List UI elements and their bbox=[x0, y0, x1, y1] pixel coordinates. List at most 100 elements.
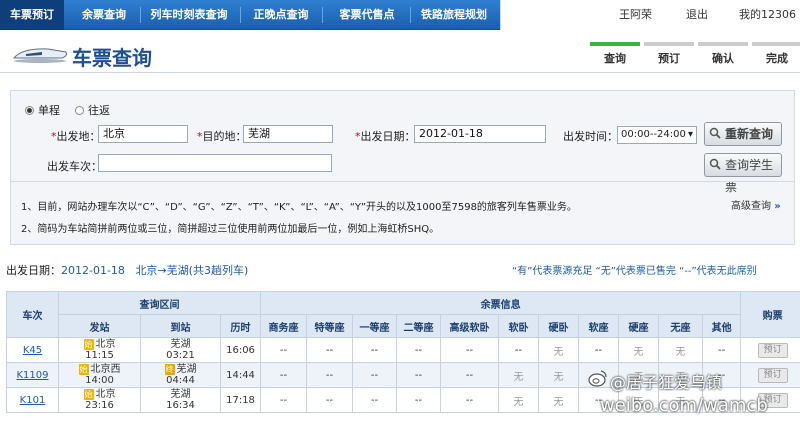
search-icon bbox=[709, 127, 721, 139]
user-bar: 王阿荣 退出 我的12306 bbox=[500, 0, 800, 30]
seat-cell: -- bbox=[440, 362, 500, 388]
col-premium: 特等座 bbox=[306, 314, 354, 338]
train-number-link[interactable]: K101 bbox=[20, 395, 46, 406]
nav-separator bbox=[322, 7, 323, 23]
col-train: 车次 bbox=[6, 291, 59, 338]
student-ticket-button[interactable]: 查询学生票 bbox=[704, 153, 782, 194]
train-logo-icon bbox=[12, 48, 67, 63]
seat-cell: -- bbox=[260, 387, 308, 413]
seat-cell: -- bbox=[352, 387, 398, 413]
chevron-down-icon: ▾ bbox=[687, 129, 693, 140]
from-station-cell: 始北京 11:15 bbox=[58, 337, 141, 363]
watermark-handle: @居子狂爱乌镇 bbox=[610, 373, 723, 392]
user-name[interactable]: 王阿荣 bbox=[619, 0, 652, 30]
seat-cell: -- bbox=[352, 362, 398, 388]
terminal-badge: 终 bbox=[164, 364, 175, 375]
notice-line-2: 2、简码为车站简拼前两位或三位，简拼超过三位使用前两位加最后一位，例如上海虹桥S… bbox=[21, 224, 440, 235]
research-button[interactable]: 重新查询 bbox=[704, 122, 782, 146]
col-second-class: 二等座 bbox=[396, 314, 442, 338]
seat-cell: 无 bbox=[498, 362, 540, 388]
col-deluxe-soft-sleeper: 高级软卧 bbox=[440, 314, 500, 338]
to-station-cell: 终芜湖 04:44 bbox=[140, 362, 221, 388]
train-number-input[interactable] bbox=[98, 154, 332, 172]
from-station-cell: 始北京 23:16 bbox=[58, 387, 141, 413]
nav-trip-planning[interactable]: 铁路旅程规划 bbox=[414, 0, 494, 30]
departure-time-select[interactable]: 00:00--24:00 ▾ bbox=[617, 126, 697, 144]
seat-cell: -- bbox=[352, 337, 398, 363]
seat-cell: -- bbox=[260, 337, 308, 363]
nav-separator bbox=[140, 7, 141, 23]
logout-link[interactable]: 退出 bbox=[686, 0, 708, 30]
origin-badge: 始 bbox=[83, 389, 94, 400]
oneway-radio[interactable]: 单程 bbox=[25, 102, 60, 118]
departure-date-input[interactable]: 2012-01-18 bbox=[414, 125, 546, 143]
seat-cell: 无 bbox=[538, 362, 580, 388]
seat-cell: 无 bbox=[538, 387, 580, 413]
train-number-link[interactable]: K1109 bbox=[16, 370, 48, 381]
seat-cell: -- bbox=[306, 387, 354, 413]
search-icon bbox=[709, 158, 721, 170]
col-hard-seat: 硬座 bbox=[618, 314, 660, 338]
nav-punctuality[interactable]: 正晚点查询 bbox=[246, 0, 316, 30]
book-button[interactable]: 预订 bbox=[757, 367, 788, 383]
seat-cell: -- bbox=[396, 337, 442, 363]
origin-badge: 始 bbox=[78, 364, 89, 375]
summary-date: 2012-01-18 bbox=[61, 264, 125, 277]
seat-cell: 无 bbox=[498, 387, 540, 413]
seat-cell: -- bbox=[440, 337, 500, 363]
col-other: 其他 bbox=[702, 314, 742, 338]
nav-separator bbox=[240, 7, 241, 23]
nav-ticket-booking[interactable]: 车票预订 bbox=[0, 0, 64, 30]
step-confirm: 确认 bbox=[698, 42, 748, 68]
train-number-link[interactable]: K45 bbox=[23, 345, 42, 356]
seat-cell: -- bbox=[306, 362, 354, 388]
advanced-search-link[interactable]: 高级查询 » bbox=[731, 197, 781, 212]
notice-line-1: 1、目前，网站办理车次以“C”、“D”、“G”、“Z”、“T”、“K”、“L”、… bbox=[21, 202, 577, 213]
seat-cell: -- bbox=[306, 337, 354, 363]
search-form-panel: 单程 往返 *出发地： 北京 *目的地： 芜湖 *出发日期： 2012-01-1… bbox=[10, 90, 795, 245]
to-station-cell: 芜湖 16:34 bbox=[140, 387, 221, 413]
progress-steps: 查询 预订 确认 完成 bbox=[590, 42, 800, 68]
col-soft-seat: 软座 bbox=[578, 314, 620, 338]
my-12306-link[interactable]: 我的12306 bbox=[739, 0, 796, 30]
to-station-cell: 芜湖 03:21 bbox=[140, 337, 221, 363]
to-station-input[interactable]: 芜湖 bbox=[243, 125, 333, 143]
col-no-seat: 无座 bbox=[658, 314, 704, 338]
col-hard-sleeper: 硬卧 bbox=[538, 314, 580, 338]
seat-cell: -- bbox=[578, 337, 620, 363]
seat-cell: -- bbox=[702, 337, 742, 363]
duration-cell: 14:44 bbox=[219, 362, 262, 388]
seat-cell: -- bbox=[396, 362, 442, 388]
seat-cell: 无 bbox=[658, 337, 704, 363]
col-from-station: 发站 bbox=[58, 314, 141, 338]
step-complete: 完成 bbox=[752, 42, 800, 68]
col-duration: 历时 bbox=[219, 314, 262, 338]
col-seats: 余票信息 bbox=[260, 291, 742, 315]
weibo-icon bbox=[588, 370, 607, 387]
duration-cell: 16:06 bbox=[219, 337, 262, 363]
date-label: *出发日期： bbox=[355, 130, 416, 143]
step-book: 预订 bbox=[644, 42, 694, 68]
from-station-input[interactable]: 北京 bbox=[98, 125, 188, 143]
nav-timetable[interactable]: 列车时刻表查询 bbox=[146, 0, 232, 30]
origin-badge: 始 bbox=[83, 339, 94, 350]
col-first-class: 一等座 bbox=[352, 314, 398, 338]
col-book: 购票 bbox=[740, 291, 800, 338]
duration-cell: 17:18 bbox=[219, 387, 262, 413]
nav-sales-agents[interactable]: 客票代售点 bbox=[330, 0, 404, 30]
seat-cell: 无 bbox=[618, 337, 660, 363]
book-button[interactable]: 预订 bbox=[757, 342, 788, 358]
seat-cell: -- bbox=[396, 387, 442, 413]
panel-divider bbox=[11, 181, 794, 182]
seat-cell: -- bbox=[440, 387, 500, 413]
roundtrip-radio[interactable]: 往返 bbox=[75, 102, 110, 118]
col-to-station: 到站 bbox=[140, 314, 221, 338]
nav-remaining-tickets[interactable]: 余票查询 bbox=[74, 0, 134, 30]
summary-route: 北京→芜湖(共 bbox=[135, 264, 204, 277]
header-divider bbox=[0, 72, 800, 73]
seat-cell: -- bbox=[498, 337, 540, 363]
result-summary: 出发日期：2012-01-18 北京→芜湖(共3趟列车) bbox=[6, 262, 248, 278]
step-query: 查询 bbox=[590, 42, 640, 68]
watermark-url: weibo.com/wamcb bbox=[600, 395, 768, 416]
seat-cell: -- bbox=[260, 362, 308, 388]
